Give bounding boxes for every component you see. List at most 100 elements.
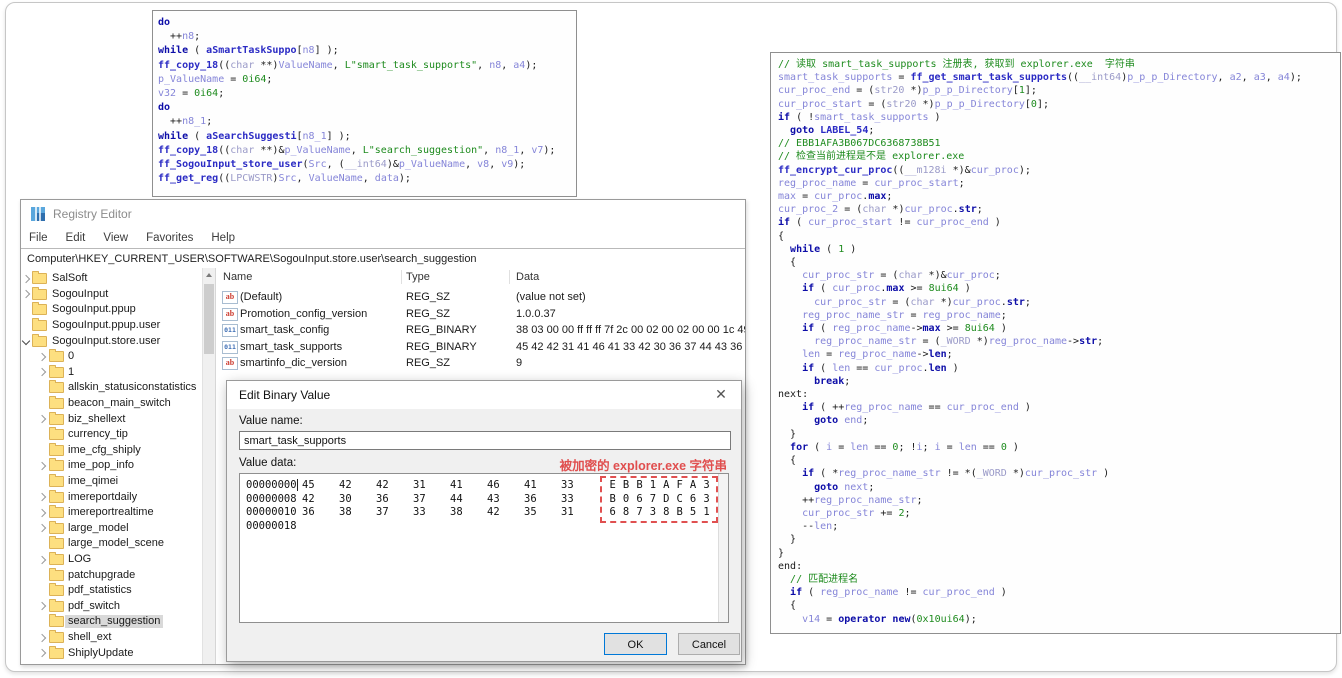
tree-item-SogouInput.ppup.user[interactable]: SogouInput.ppup.user: [21, 318, 202, 334]
tree-item-SogouInput[interactable]: SogouInput: [21, 286, 202, 303]
hex-ascii-char[interactable]: 6: [686, 493, 699, 505]
column-header-name[interactable]: Name: [223, 268, 252, 286]
menu-file[interactable]: File: [29, 232, 48, 244]
regedit-address-bar[interactable]: Computer\HKEY_CURRENT_USER\SOFTWARE\Sogo…: [21, 248, 745, 269]
tree-item-beacon_main_switch[interactable]: beacon_main_switch: [21, 396, 202, 412]
tree-item-ime_qimei[interactable]: ime_qimei: [21, 474, 202, 490]
menu-help[interactable]: Help: [211, 232, 235, 244]
chevron-right-icon[interactable]: [37, 368, 47, 377]
hex-byte[interactable]: 38: [339, 506, 376, 518]
hex-editor[interactable]: 00000000 45 42 42 31 41 46 41 33 E B B 1 A F A 3 00000008…: [239, 473, 729, 623]
tree-item-ime_cfg_shiply[interactable]: ime_cfg_shiply: [21, 442, 202, 459]
chevron-right-icon[interactable]: [21, 274, 31, 284]
hex-byte[interactable]: 42: [487, 506, 524, 518]
hex-ascii-char[interactable]: 1: [646, 479, 659, 491]
chevron-right-icon[interactable]: [37, 508, 47, 518]
hex-ascii-char[interactable]: 1: [700, 506, 713, 518]
close-icon[interactable]: ✕: [711, 386, 731, 404]
chevron-right-icon[interactable]: [21, 290, 31, 299]
hex-ascii-char[interactable]: F: [673, 479, 686, 491]
hex-ascii-char[interactable]: 3: [646, 506, 659, 518]
chevron-right-icon[interactable]: [37, 492, 47, 502]
tree-item-patchupgrade[interactable]: patchupgrade: [21, 567, 202, 583]
cancel-button[interactable]: Cancel: [678, 633, 740, 655]
hex-byte[interactable]: 30: [339, 493, 376, 505]
tree-item-search_suggestion[interactable]: search_suggestion: [21, 614, 202, 630]
tree-item-pdf_switch[interactable]: pdf_switch: [21, 598, 202, 615]
hex-ascii-char[interactable]: 6: [606, 506, 619, 518]
hex-byte[interactable]: 33: [413, 506, 450, 518]
hex-ascii-char[interactable]: 7: [633, 506, 646, 518]
hex-byte[interactable]: 31: [413, 479, 450, 491]
hex-byte[interactable]: 41: [450, 479, 487, 491]
hex-ascii-char[interactable]: D: [660, 493, 673, 505]
value-row-smart_task_supports[interactable]: 011 smart_task_supports REG_BINARY 45 42 42…: [216, 340, 745, 356]
tree-item-imereportrealtime[interactable]: imereportrealtime: [21, 505, 202, 521]
hex-ascii-char[interactable]: B: [606, 493, 619, 505]
tree-item-imereportdaily[interactable]: imereportdaily: [21, 489, 202, 505]
menu-favorites[interactable]: Favorites: [146, 232, 193, 244]
chevron-right-icon[interactable]: [37, 414, 47, 424]
menu-view[interactable]: View: [103, 232, 128, 244]
hex-ascii-char[interactable]: E: [606, 479, 619, 491]
column-separator[interactable]: [401, 270, 402, 284]
regedit-titlebar[interactable]: Registry Editor: [21, 200, 745, 227]
hex-byte[interactable]: 37: [413, 493, 450, 505]
hex-ascii-char[interactable]: B: [619, 479, 632, 491]
hex-ascii-char[interactable]: 3: [700, 479, 713, 491]
hex-byte[interactable]: 31: [561, 506, 598, 518]
tree-item-LOG[interactable]: LOG: [21, 552, 202, 568]
hex-byte[interactable]: 38: [450, 506, 487, 518]
hex-byte[interactable]: 42: [339, 479, 376, 491]
scrollbar-thumb[interactable]: [204, 284, 214, 354]
hex-ascii-char[interactable]: 0: [619, 493, 632, 505]
tree-item-SogouInput.store.user[interactable]: SogouInput.store.user: [21, 333, 202, 349]
tree-item-ShiplyUpdate[interactable]: ShiplyUpdate: [21, 645, 202, 661]
hex-byte[interactable]: 41: [524, 479, 561, 491]
tree-scrollbar[interactable]: [202, 268, 215, 664]
hex-byte[interactable]: 35: [524, 506, 561, 518]
tree-item-currency_tip[interactable]: currency_tip: [21, 427, 202, 443]
column-header-data[interactable]: Data: [516, 268, 539, 286]
hex-byte[interactable]: 43: [487, 493, 524, 505]
tree-item-pdf_statistics[interactable]: pdf_statistics: [21, 583, 202, 599]
hex-byte[interactable]: 44: [450, 493, 487, 505]
hex-byte[interactable]: 33: [561, 479, 598, 491]
tree-item-large_model_scene[interactable]: large_model_scene: [21, 536, 202, 552]
hex-byte[interactable]: 36: [302, 506, 339, 518]
value-row-Default[interactable]: ab (Default) REG_SZ (value not set): [216, 290, 745, 306]
chevron-right-icon[interactable]: [37, 461, 47, 471]
hex-byte[interactable]: 36: [524, 493, 561, 505]
tree-item-SalSoft[interactable]: SalSoft: [21, 271, 202, 287]
hex-byte[interactable]: 33: [561, 493, 598, 505]
tree-item-0[interactable]: 0: [21, 349, 202, 365]
hex-ascii-char[interactable]: 8: [660, 506, 673, 518]
hex-byte[interactable]: 37: [376, 506, 413, 518]
hex-ascii-char[interactable]: 3: [700, 493, 713, 505]
tree-item-allskin_statusiconstatistics[interactable]: allskin_statusiconstatistics: [21, 380, 202, 396]
hex-byte[interactable]: 42: [376, 479, 413, 491]
hex-byte[interactable]: 45: [302, 479, 339, 491]
hex-ascii-char[interactable]: 6: [633, 493, 646, 505]
tree-item-large_model[interactable]: large_model: [21, 520, 202, 537]
column-separator[interactable]: [509, 270, 510, 284]
ok-button[interactable]: OK: [604, 633, 667, 655]
chevron-down-icon[interactable]: [21, 336, 31, 346]
tree-item-biz_shellext[interactable]: biz_shellext: [21, 411, 202, 427]
column-header-type[interactable]: Type: [406, 268, 430, 286]
chevron-right-icon[interactable]: [37, 648, 47, 658]
value-name-input[interactable]: [239, 431, 731, 450]
value-row-smartinfo_dic_version[interactable]: ab smartinfo_dic_version REG_SZ 9: [216, 356, 745, 372]
chevron-right-icon[interactable]: [37, 633, 47, 642]
hex-ascii-char[interactable]: B: [633, 479, 646, 491]
tree-item-SogouInput.ppup[interactable]: SogouInput.ppup: [21, 302, 202, 318]
hex-byte[interactable]: 46: [487, 479, 524, 491]
chevron-right-icon[interactable]: [37, 524, 47, 533]
chevron-right-icon[interactable]: [37, 602, 47, 611]
hex-ascii-char[interactable]: 8: [619, 506, 632, 518]
hex-ascii-char[interactable]: 5: [686, 506, 699, 518]
value-row-smart_task_config[interactable]: 011 smart_task_config REG_BINARY 38 03 00 0…: [216, 323, 745, 339]
scroll-up-icon[interactable]: [203, 268, 215, 282]
dialog-titlebar[interactable]: Edit Binary Value ✕: [227, 381, 741, 409]
hex-ascii-char[interactable]: 7: [646, 493, 659, 505]
